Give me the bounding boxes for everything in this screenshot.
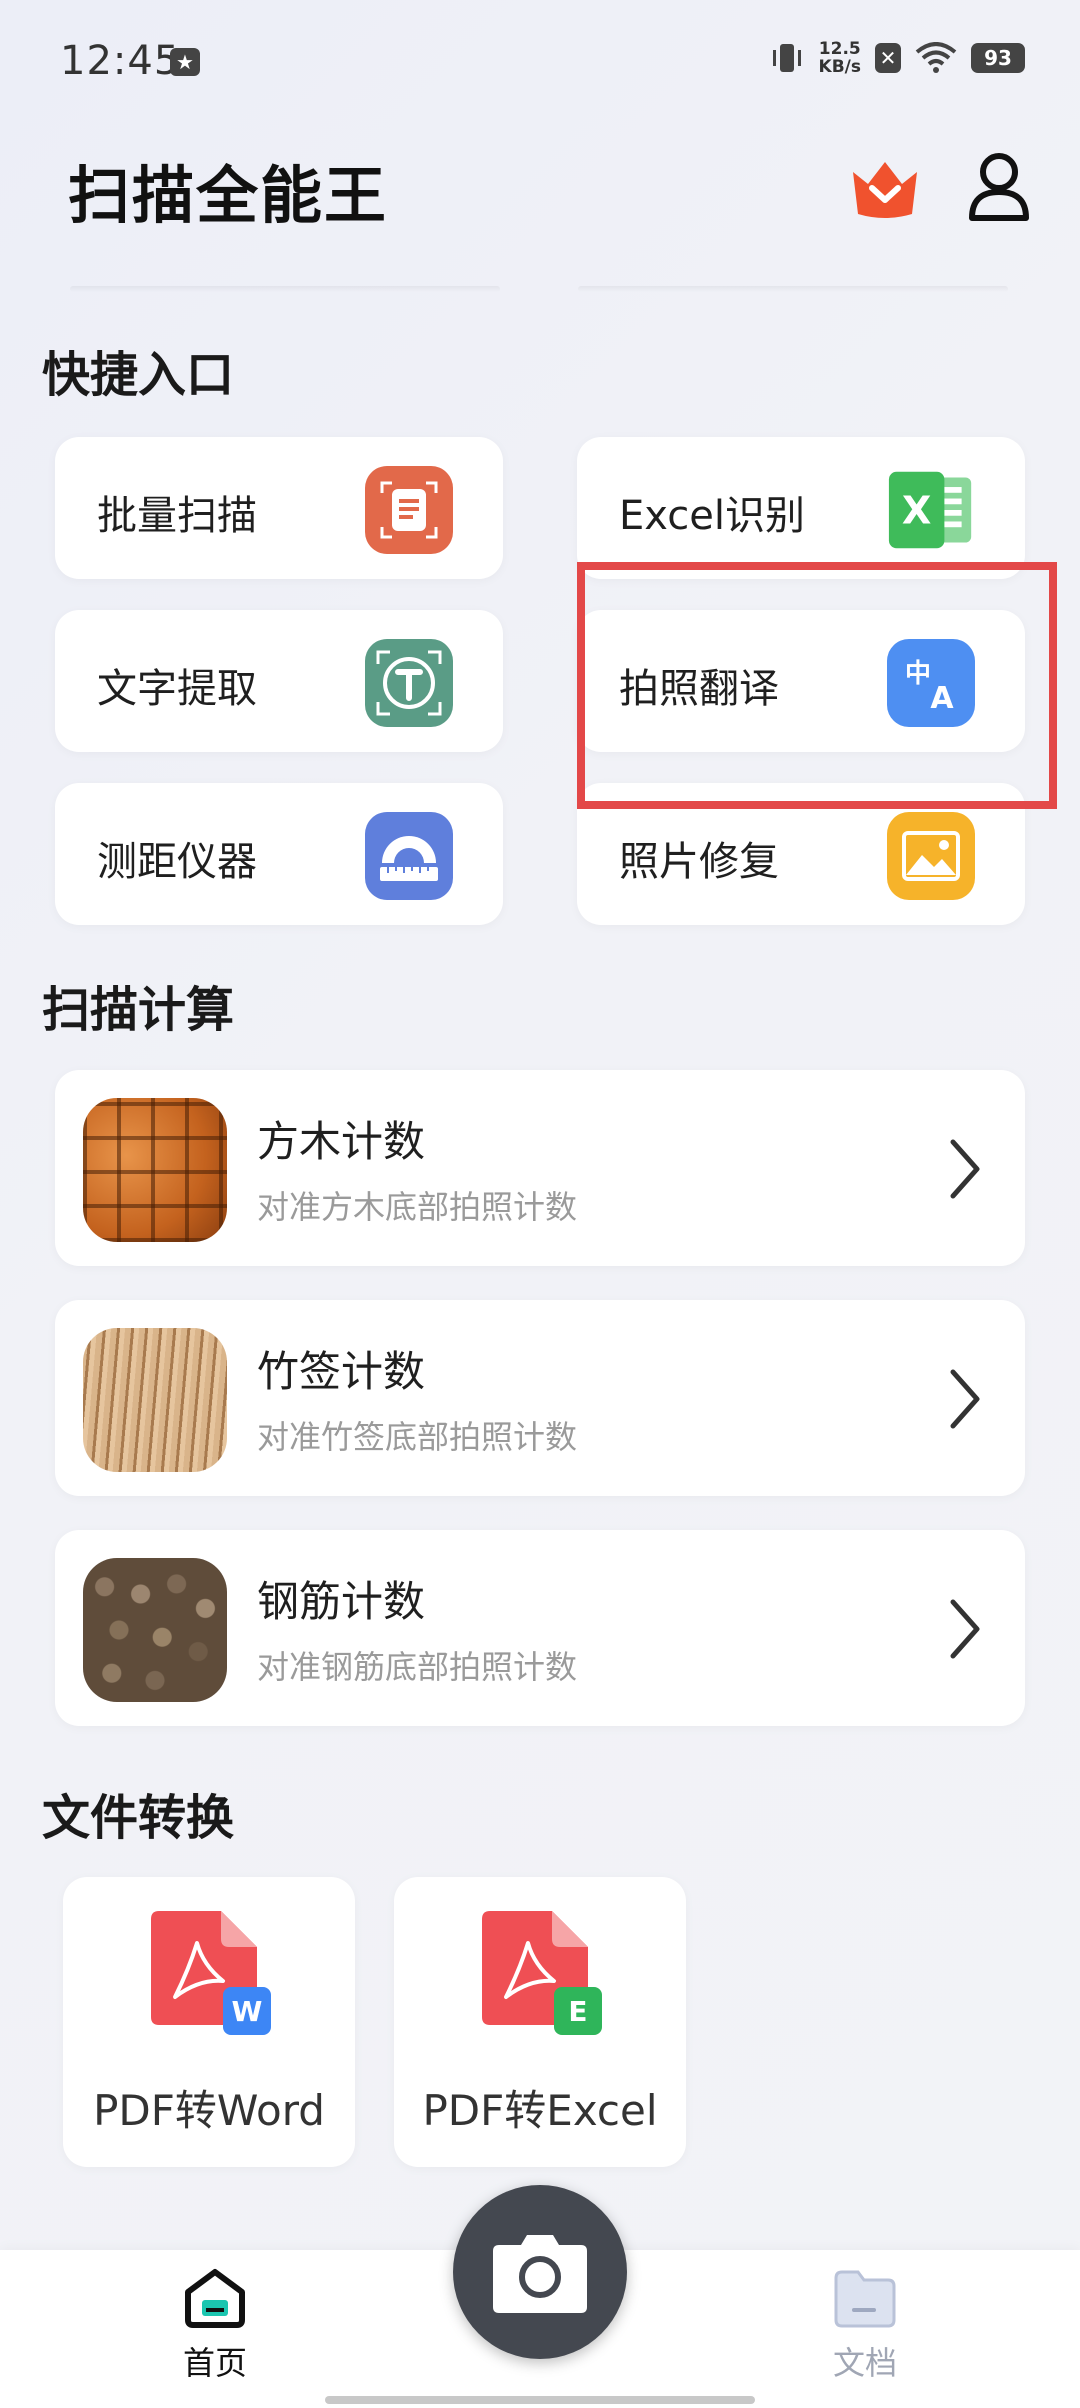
network-speed-value: 12.5 [818,39,861,59]
rebar-thumbnail [83,1558,227,1702]
pdf-to-word-card[interactable]: W PDF转Word [63,1877,355,2167]
wifi-icon [915,42,957,73]
batch-scan-icon [365,466,453,554]
calc-item-wood[interactable]: 方木计数 对准方木底部拍照计数 [55,1070,1025,1266]
highlight-box [577,562,1057,809]
app-title: 扫描全能王 [68,159,389,232]
calc-item-title: 方木计数 [257,1117,426,1166]
home-indicator [325,2396,755,2404]
no-sim-icon: ✕ [875,43,901,73]
quick-text-extract-label: 文字提取 [97,666,257,712]
calc-item-subtitle: 对准方木底部拍照计数 [257,1188,578,1226]
pdf-to-word-label: PDF转Word [93,2086,325,2135]
quick-ruler[interactable]: 测距仪器 [55,783,503,925]
user-icon[interactable] [968,150,1030,222]
quick-batch-scan[interactable]: 批量扫描 [55,437,503,579]
calc-item-rebar[interactable]: 钢筋计数 对准钢筋底部拍照计数 [55,1530,1025,1726]
vip-crown-icon[interactable] [850,158,920,220]
network-speed: 12.5 KB/s [819,40,861,76]
camera-icon [493,2235,587,2313]
svg-text:X: X [902,488,932,533]
nav-docs-label: 文档 [832,2344,897,2382]
vibrate-icon [772,44,801,72]
pdf-to-excel-card[interactable]: E PDF转Excel [394,1877,686,2167]
network-speed-unit: KB/s [818,57,861,77]
chevron-right-icon [950,1369,980,1429]
quick-access-title: 快捷入口 [42,347,235,403]
chevron-right-icon [950,1139,980,1199]
quick-ruler-label: 测距仪器 [97,839,257,885]
status-icons: 12.5 KB/s ✕ 93 [769,40,1025,76]
folder-icon [834,2270,896,2328]
divider-left [70,286,500,292]
nav-docs[interactable]: 文档 [820,2268,910,2384]
quick-batch-scan-label: 批量扫描 [97,493,257,539]
wood-thumbnail [83,1098,227,1242]
quick-excel-label: Excel识别 [619,493,805,539]
ruler-icon [365,812,453,900]
nav-home-label: 首页 [182,2344,247,2382]
calc-item-subtitle: 对准竹签底部拍照计数 [257,1418,578,1456]
text-extract-icon [365,639,453,727]
notification-star-icon: ★ [170,48,200,76]
file-convert-title: 文件转换 [42,1790,235,1846]
nav-home[interactable]: 首页 [170,2268,260,2384]
excel-icon: X [887,466,975,554]
divider-right [578,286,1008,292]
photo-restore-icon [887,812,975,900]
battery-indicator: 93 [971,43,1025,73]
home-icon [185,2269,245,2328]
pdf-to-excel-label: PDF转Excel [422,2086,658,2135]
chevron-right-icon [950,1599,980,1659]
quick-photo-restore-label: 照片修复 [619,839,779,885]
pdf-excel-icon: E [482,1911,602,2035]
calc-item-title: 竹签计数 [257,1347,426,1396]
bamboo-thumbnail [83,1328,227,1472]
pdf-word-icon: W [151,1911,271,2035]
word-badge-letter: W [232,1995,263,2028]
quick-text-extract[interactable]: 文字提取 [55,610,503,752]
calc-item-subtitle: 对准钢筋底部拍照计数 [257,1648,578,1686]
calc-item-title: 钢筋计数 [257,1577,426,1626]
quick-excel-recognition[interactable]: Excel识别 X [577,437,1025,579]
calc-item-bamboo[interactable]: 竹签计数 对准竹签底部拍照计数 [55,1300,1025,1496]
camera-button[interactable] [453,2185,627,2359]
scan-calc-title: 扫描计算 [42,982,235,1038]
excel-badge-letter: E [568,1995,587,2028]
status-time: 12:45 [60,38,181,84]
